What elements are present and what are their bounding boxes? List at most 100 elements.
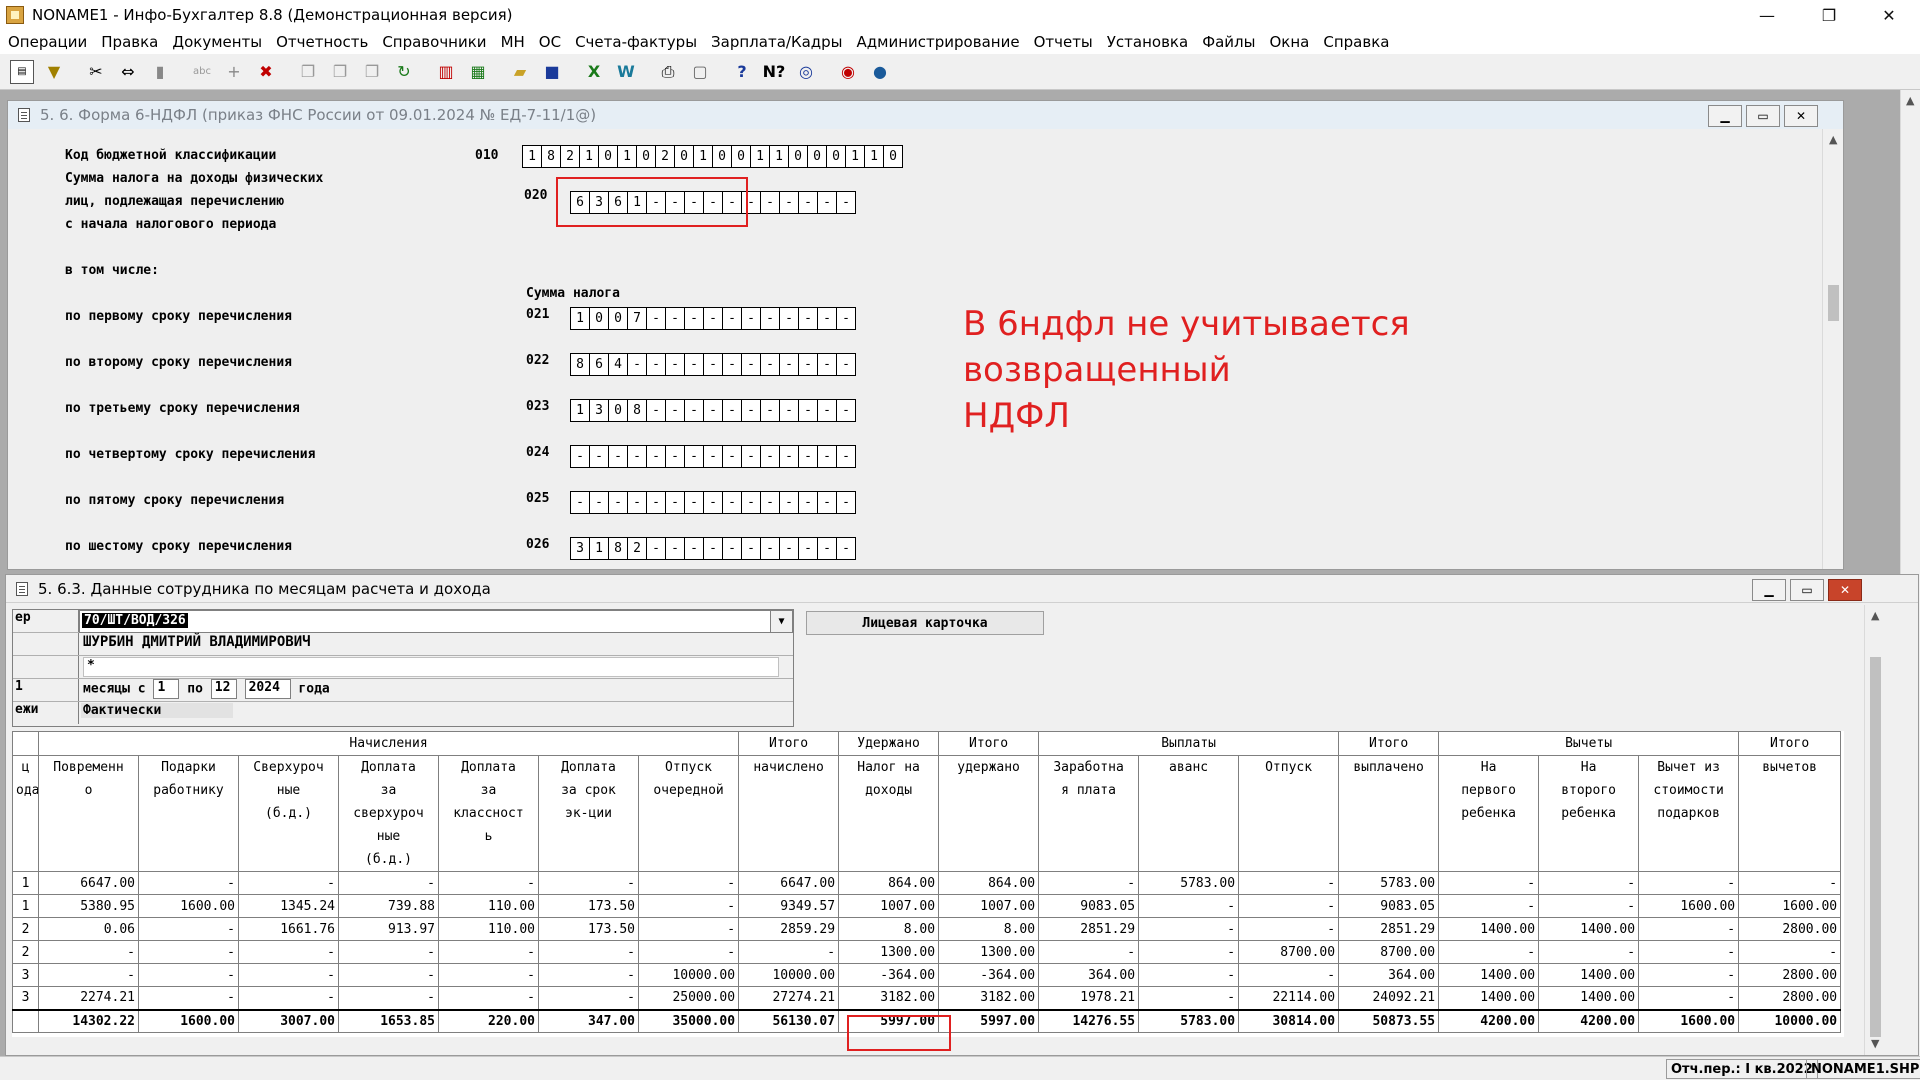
menu-reports[interactable]: Отчеты (1034, 33, 1093, 51)
table-cell[interactable]: 9083.05 (1338, 894, 1440, 918)
table-cell[interactable]: 2800.00 (1738, 986, 1842, 1010)
table-cell[interactable]: 110.00 (438, 894, 539, 918)
table-cell[interactable]: 2800.00 (1738, 963, 1842, 987)
table-cell[interactable]: - (338, 986, 439, 1010)
employee-scroll-down-icon[interactable]: ▼ (1871, 1037, 1879, 1050)
table-cell[interactable]: 173.50 (538, 894, 639, 918)
table-cell[interactable]: 110.00 (438, 917, 539, 941)
digit-cell[interactable]: 8 (628, 399, 647, 422)
digit-cell[interactable]: 1 (580, 145, 599, 168)
table-cell[interactable]: - (738, 940, 840, 964)
table-cell[interactable]: 3 (12, 963, 39, 987)
table-cell[interactable]: - (637, 917, 740, 941)
term-cells-4[interactable]: --------------- (570, 445, 856, 468)
table-cell[interactable]: - (138, 986, 239, 1010)
print-icon[interactable]: ⎙ (656, 60, 680, 84)
digit-cell[interactable]: - (742, 491, 761, 514)
table-cell[interactable]: - (238, 986, 339, 1010)
table-cell[interactable]: 24092.21 (1338, 986, 1440, 1010)
digit-cell[interactable]: - (780, 399, 799, 422)
digit-cell[interactable]: 0 (789, 145, 808, 168)
digit-cell[interactable]: - (780, 491, 799, 514)
menu-reporting[interactable]: Отчетность (276, 33, 368, 51)
table-cell[interactable]: 1 (12, 871, 39, 895)
table-cell[interactable]: 8.00 (838, 917, 940, 941)
table-cell[interactable]: - (1738, 940, 1842, 964)
table-cell[interactable]: 1600.00 (1638, 894, 1740, 918)
table-cell[interactable]: - (438, 871, 539, 895)
digit-cell[interactable]: 3 (590, 399, 609, 422)
year-input[interactable]: 2024 (244, 679, 291, 699)
digit-cell[interactable]: - (666, 399, 685, 422)
table-cell[interactable]: 9349.57 (738, 894, 840, 918)
digit-cell[interactable]: 8 (609, 537, 628, 560)
digit-cell[interactable]: 1 (618, 145, 637, 168)
digit-cell[interactable]: - (799, 191, 818, 214)
table-cell[interactable]: 1300.00 (938, 940, 1040, 964)
lifebuoy-icon[interactable]: ◉ (836, 60, 860, 84)
digit-cell[interactable]: - (818, 307, 837, 330)
digit-cell[interactable]: 0 (808, 145, 827, 168)
table-cell[interactable]: - (1238, 871, 1340, 895)
table-cell[interactable]: 1007.00 (938, 894, 1040, 918)
employee-minimize-button[interactable]: ▁ (1752, 579, 1786, 601)
digit-cell[interactable]: 1 (523, 145, 542, 168)
digit-cell[interactable]: - (723, 399, 742, 422)
digit-cell[interactable]: - (780, 191, 799, 214)
digit-cell[interactable]: 0 (599, 145, 618, 168)
digit-cell[interactable]: - (799, 307, 818, 330)
digit-cell[interactable]: 0 (609, 307, 628, 330)
refresh-icon[interactable]: ↻ (392, 60, 416, 84)
digit-cell[interactable]: - (723, 307, 742, 330)
digit-cell[interactable]: - (704, 353, 723, 376)
menu-references[interactable]: Справочники (382, 33, 486, 51)
table-cell[interactable]: - (338, 871, 439, 895)
table-cell[interactable]: 9083.05 (1038, 894, 1140, 918)
digit-cell[interactable]: - (647, 399, 666, 422)
table-cell[interactable]: - (1238, 917, 1340, 941)
filter-icon[interactable]: ▼ (42, 60, 66, 84)
copy2-icon[interactable]: ❐ (328, 60, 352, 84)
digit-cell[interactable]: - (628, 491, 647, 514)
table-cell[interactable]: - (1138, 894, 1240, 918)
digit-cell[interactable]: - (666, 537, 685, 560)
menu-os[interactable]: ОС (539, 33, 561, 51)
table-cell[interactable]: - (1138, 986, 1240, 1010)
digit-cell[interactable]: - (609, 491, 628, 514)
calculator-icon[interactable]: ▦ (466, 60, 490, 84)
digit-cell[interactable]: 1 (846, 145, 865, 168)
table-cell[interactable]: 6647.00 (738, 871, 840, 895)
move-icon[interactable]: ⇔ (116, 60, 140, 84)
table-cell[interactable]: - (138, 963, 239, 987)
menu-operations[interactable]: Операции (8, 33, 87, 51)
digit-cell[interactable]: 1 (571, 399, 590, 422)
digit-cell[interactable]: - (837, 537, 856, 560)
menu-documents[interactable]: Документы (172, 33, 262, 51)
digit-cell[interactable]: - (685, 491, 704, 514)
digit-cell[interactable]: - (704, 491, 723, 514)
digit-cell[interactable]: 8 (542, 145, 561, 168)
digit-cell[interactable]: - (761, 445, 780, 468)
table-cell[interactable]: 1 (12, 894, 39, 918)
table-cell[interactable]: - (1538, 940, 1640, 964)
digit-cell[interactable]: 7 (628, 307, 647, 330)
form-scroll-thumb[interactable] (1828, 285, 1839, 321)
table-cell[interactable]: 5783.00 (1138, 871, 1240, 895)
table-row[interactable]: 1 5380.95 1600.00 1345.24 739.88 110.00 173.50… (12, 894, 1842, 918)
digit-cell[interactable]: - (780, 307, 799, 330)
table-cell[interactable]: - (538, 940, 639, 964)
word-icon[interactable]: W (614, 60, 638, 84)
term-cells-3[interactable]: 1308----------- (570, 399, 856, 422)
digit-cell[interactable]: - (685, 353, 704, 376)
digit-cell[interactable]: - (666, 307, 685, 330)
digit-cell[interactable]: - (799, 399, 818, 422)
table-cell[interactable]: - (438, 940, 539, 964)
digit-cell[interactable]: - (685, 307, 704, 330)
digit-cell[interactable]: 0 (637, 145, 656, 168)
table-cell[interactable]: 1400.00 (1538, 986, 1640, 1010)
digit-cell[interactable]: - (761, 191, 780, 214)
close-button[interactable]: ✕ (1866, 0, 1912, 30)
table-cell[interactable]: - (538, 871, 639, 895)
table-cell[interactable]: - (138, 940, 239, 964)
digit-cell[interactable]: 1 (751, 145, 770, 168)
